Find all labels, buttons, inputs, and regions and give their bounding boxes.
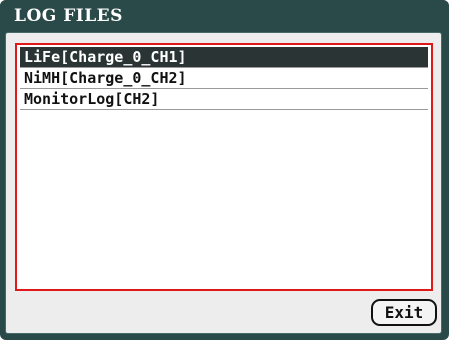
- title-bar: LOG FILES: [0, 0, 449, 32]
- log-file-list[interactable]: LiFe[Charge_0_CH1] NiMH[Charge_0_CH2] Mo…: [15, 43, 433, 291]
- log-file-item[interactable]: MonitorLog[CH2]: [20, 89, 428, 110]
- window-title: LOG FILES: [14, 6, 123, 26]
- content-panel: LiFe[Charge_0_CH1] NiMH[Charge_0_CH2] Mo…: [5, 32, 442, 334]
- exit-button[interactable]: Exit: [371, 299, 437, 326]
- log-file-item[interactable]: LiFe[Charge_0_CH1]: [20, 47, 428, 68]
- log-files-window: LOG FILES LiFe[Charge_0_CH1] NiMH[Charge…: [0, 0, 449, 340]
- log-file-item[interactable]: NiMH[Charge_0_CH2]: [20, 68, 428, 89]
